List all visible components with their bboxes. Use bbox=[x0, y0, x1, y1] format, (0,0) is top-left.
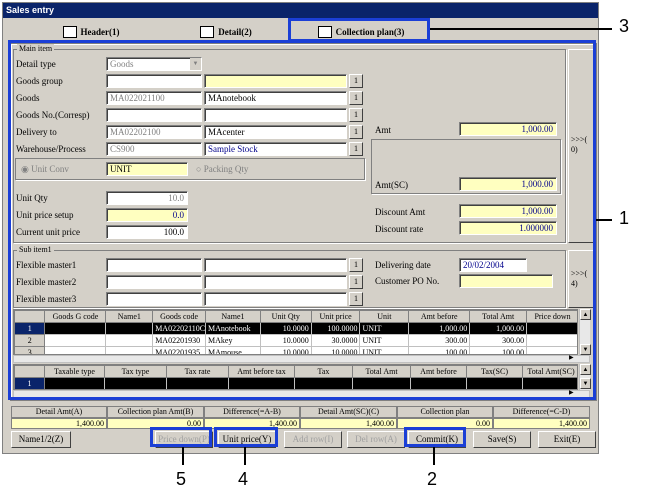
callout-line-4 bbox=[244, 447, 246, 465]
callout-line-3 bbox=[430, 28, 612, 30]
del-row-button[interactable]: Del row(A) bbox=[347, 431, 405, 448]
highlight-price-down bbox=[150, 427, 212, 447]
tab-header-label: Header(1) bbox=[80, 27, 120, 37]
summary-header: Collection plan Amt(B) bbox=[107, 406, 204, 418]
callout-5: 5 bbox=[176, 469, 187, 489]
summary-value: 1,400.00 bbox=[300, 418, 397, 429]
summary-header: Detail Amt(SC)(C) bbox=[300, 406, 397, 418]
callout-2: 2 bbox=[427, 469, 438, 489]
summary-value: 1,400.00 bbox=[493, 418, 590, 429]
tab-header[interactable]: Header(1) bbox=[51, 22, 131, 42]
save-button[interactable]: Save(S) bbox=[473, 431, 531, 448]
highlight-detail-area bbox=[8, 40, 596, 400]
summary-header: Detail Amt(A) bbox=[11, 406, 107, 418]
summary-header: Collection plan bbox=[397, 406, 493, 418]
callout-1: 1 bbox=[619, 208, 630, 228]
name-toggle-button[interactable]: Name1/2(Z) bbox=[11, 431, 71, 448]
tab-detail[interactable]: Detail(2) bbox=[191, 22, 261, 42]
book-icon bbox=[62, 26, 77, 38]
callout-3: 3 bbox=[619, 16, 630, 36]
summary-header: Difference(=A-B) bbox=[204, 406, 300, 418]
add-row-button[interactable]: Add row(I) bbox=[284, 431, 342, 448]
callout-line-1 bbox=[596, 219, 612, 221]
callout-line-2 bbox=[433, 447, 435, 465]
highlight-commit bbox=[404, 427, 466, 447]
exit-button[interactable]: Exit(E) bbox=[538, 431, 596, 448]
highlight-collection-plan-tab bbox=[288, 18, 430, 42]
summary-value: 1,400.00 bbox=[11, 418, 107, 429]
callout-4: 4 bbox=[238, 469, 249, 489]
summary-header: Difference(=C-D) bbox=[493, 406, 590, 418]
callout-line-5 bbox=[182, 447, 184, 465]
window-title: Sales entry bbox=[3, 3, 598, 18]
highlight-unit-price bbox=[214, 427, 278, 447]
tab-detail-label: Detail(2) bbox=[218, 27, 252, 37]
document-icon bbox=[200, 26, 215, 38]
